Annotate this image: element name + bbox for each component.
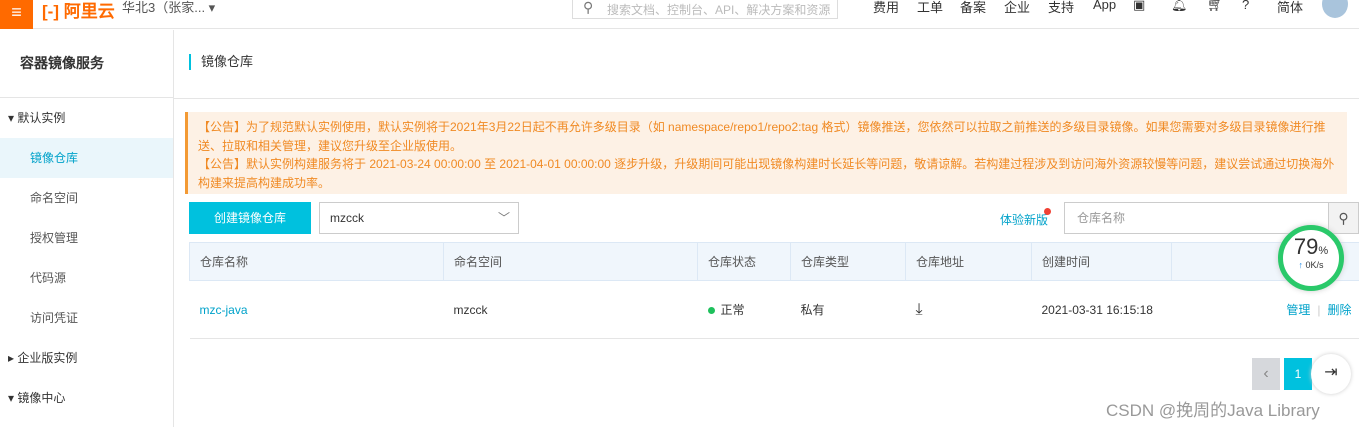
- repo-created: 2021-03-31 16:15:18: [1031, 280, 1172, 339]
- network-gauge[interactable]: 79% ↑ 0K/s: [1278, 225, 1344, 291]
- status-text: 正常: [720, 303, 745, 317]
- sidebar-group-enterprise[interactable]: ▸ 企业版实例: [0, 338, 173, 378]
- search-placeholder: 搜索文档、控制台、API、解决方案和资源: [607, 3, 831, 17]
- help-icon[interactable]: ?: [1242, 0, 1249, 12]
- col-created: 创建时间: [1031, 242, 1172, 281]
- try-new-version-link[interactable]: 体验新版: [1000, 211, 1048, 228]
- search-icon: ⚲: [583, 0, 594, 15]
- region-selector[interactable]: 华北3（张家... ▾: [122, 0, 215, 16]
- page-title: 镜像仓库: [189, 54, 253, 70]
- sidebar-group-hub[interactable]: ▾ 镜像中心: [0, 378, 173, 418]
- nav-icp[interactable]: 备案: [960, 0, 986, 16]
- col-type: 仓库类型: [790, 242, 906, 281]
- status-dot: [707, 307, 715, 314]
- nav-enterprise[interactable]: 企业: [1004, 0, 1030, 16]
- search-icon[interactable]: ⚲: [1328, 203, 1358, 233]
- page-1-button[interactable]: 1: [1284, 358, 1312, 390]
- repo-status: 正常: [697, 280, 791, 339]
- logo[interactable]: [-] 阿里云: [42, 0, 115, 22]
- avatar[interactable]: [1322, 0, 1348, 18]
- separator: |: [1317, 303, 1321, 317]
- nav-tickets[interactable]: 工单: [917, 0, 943, 16]
- repo-name-link[interactable]: mzc-java: [200, 303, 248, 317]
- chevron-down-icon: ﹀: [497, 211, 510, 225]
- repo-type: 私有: [790, 280, 906, 339]
- sidebar-group-default[interactable]: ▾ 默认实例: [0, 98, 173, 138]
- top-bar: ≡ [-] 阿里云 华北3（张家... ▾ ⚲ 搜索文档、控制台、API、解决方案…: [0, 0, 1359, 29]
- sidebar-item-auth[interactable]: 授权管理: [0, 218, 173, 258]
- manage-link[interactable]: 管理: [1286, 303, 1310, 317]
- new-badge-dot: [1044, 208, 1051, 215]
- nav-support[interactable]: 支持: [1048, 0, 1074, 16]
- namespace-value: mzcck: [330, 211, 364, 225]
- bell-icon[interactable]: 🔔︎: [1171, 0, 1188, 13]
- col-address: 仓库地址: [905, 242, 1032, 281]
- sidebar: 容器镜像服务 ▾ 默认实例 镜像仓库 命名空间 授权管理 代码源 访问凭证 ▸ …: [0, 30, 174, 427]
- sidebar-item-namespaces[interactable]: 命名空间: [0, 178, 173, 218]
- table-header: 仓库名称 命名空间 仓库状态 仓库类型 仓库地址 创建时间: [189, 242, 1359, 281]
- repo-search-placeholder: 仓库名称: [1077, 211, 1126, 225]
- main-content: 镜像仓库 【公告】为了规范默认实例使用，默认实例将于2021年3月22日起不再允…: [174, 30, 1359, 427]
- notice-2: 【公告】默认实例构建服务将于 2021-03-24 00:00:00 至 202…: [198, 157, 1335, 190]
- divider: [174, 98, 1359, 99]
- delete-link[interactable]: 删除: [1327, 303, 1351, 317]
- cart-icon[interactable]: 🛒︎: [1207, 0, 1224, 13]
- repo-namespace: mzcck: [443, 280, 698, 339]
- sidebar-item-credentials[interactable]: 访问凭证: [0, 298, 173, 338]
- screen-share-icon[interactable]: ⇥: [1311, 354, 1351, 394]
- col-status: 仓库状态: [697, 242, 791, 281]
- notice-1: 【公告】为了规范默认实例使用，默认实例将于2021年3月22日起不再允许多级目录…: [198, 120, 1326, 153]
- create-repo-button[interactable]: 创建镜像仓库: [189, 202, 311, 234]
- global-search-input[interactable]: ⚲ 搜索文档、控制台、API、解决方案和资源: [572, 0, 838, 19]
- gauge-speed: ↑ 0K/s: [1298, 260, 1324, 270]
- notice-banner: 【公告】为了规范默认实例使用，默认实例将于2021年3月22日起不再允许多级目录…: [185, 112, 1347, 194]
- prev-page-button[interactable]: ‹: [1252, 358, 1280, 390]
- repo-table: 仓库名称 命名空间 仓库状态 仓库类型 仓库地址 创建时间 mzc-java m…: [189, 242, 1359, 339]
- nav-fees[interactable]: 费用: [873, 0, 899, 16]
- gauge-percent: 79%: [1293, 234, 1329, 259]
- watermark: CSDN @挽周的Java Library: [1106, 401, 1320, 420]
- sidebar-title: 容器镜像服务: [0, 30, 173, 98]
- sidebar-item-code-source[interactable]: 代码源: [0, 258, 173, 298]
- table-row: mzc-java mzcck 正常 私有 ⤓ 2021-03-31 16:15:…: [189, 280, 1359, 339]
- language-switch[interactable]: 简体: [1277, 0, 1303, 16]
- download-icon[interactable]: ⤓: [905, 280, 1032, 339]
- menu-icon[interactable]: ≡: [0, 0, 33, 29]
- sidebar-item-repos[interactable]: 镜像仓库: [0, 138, 173, 178]
- col-namespace: 命名空间: [443, 242, 698, 281]
- terminal-icon[interactable]: ▣: [1133, 0, 1145, 13]
- nav-app[interactable]: App: [1093, 0, 1116, 12]
- namespace-select[interactable]: mzcck ﹀: [319, 202, 519, 234]
- col-name: 仓库名称: [189, 242, 444, 281]
